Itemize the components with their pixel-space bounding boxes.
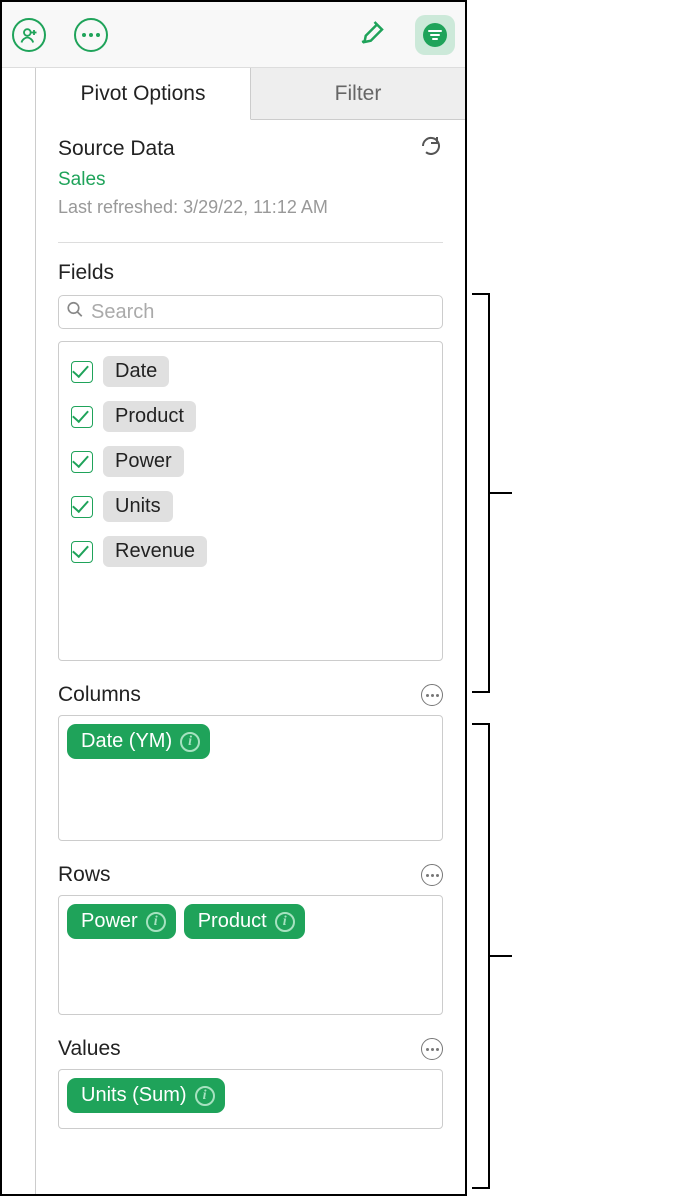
info-icon[interactable]: i: [146, 912, 166, 932]
field-pill[interactable]: Product i: [184, 904, 305, 939]
values-dropzone[interactable]: Units (Sum) i: [58, 1069, 443, 1129]
field-pill[interactable]: Date (YM) i: [67, 724, 210, 759]
callout-tick-layout: [490, 955, 512, 957]
field-chip[interactable]: Units: [103, 491, 173, 522]
source-data-heading: Source Data: [58, 137, 175, 161]
callout-tick-fields: [490, 492, 512, 494]
field-chip[interactable]: Revenue: [103, 536, 207, 567]
columns-dropzone[interactable]: Date (YM) i: [58, 715, 443, 841]
organize-button[interactable]: [415, 15, 455, 55]
tabs: Pivot Options Filter: [36, 68, 465, 120]
sidebar-panel: Pivot Options Filter Source Data Sales L…: [0, 0, 467, 1196]
more-icon[interactable]: [74, 18, 108, 52]
field-row[interactable]: Product: [71, 401, 430, 432]
info-icon[interactable]: i: [180, 732, 200, 752]
field-row[interactable]: Units: [71, 491, 430, 522]
pill-label: Units (Sum): [81, 1084, 187, 1107]
columns-more-icon[interactable]: [421, 684, 443, 706]
tab-filter[interactable]: Filter: [251, 68, 465, 120]
pill-label: Power: [81, 910, 138, 933]
toolbar: [2, 2, 465, 68]
main: Pivot Options Filter Source Data Sales L…: [36, 68, 465, 1194]
field-chip[interactable]: Power: [103, 446, 184, 477]
divider: [58, 242, 443, 243]
rows-dropzone[interactable]: PoweriProducti: [58, 895, 443, 1015]
format-brush-icon[interactable]: [357, 17, 387, 52]
last-refreshed-text: Last refreshed: 3/29/22, 11:12 AM: [58, 197, 443, 218]
field-pill[interactable]: Poweri: [67, 904, 176, 939]
rows-more-icon[interactable]: [421, 864, 443, 886]
fields-search-input[interactable]: [58, 295, 443, 329]
search-icon: [66, 301, 84, 324]
field-checkbox[interactable]: [71, 496, 93, 518]
info-icon[interactable]: i: [275, 912, 295, 932]
fields-list: Date Product Power Units Revenue: [58, 341, 443, 661]
rows-label: Rows: [58, 863, 111, 887]
values-more-icon[interactable]: [421, 1038, 443, 1060]
add-person-icon[interactable]: [12, 18, 46, 52]
field-checkbox[interactable]: [71, 361, 93, 383]
pill-label: Date (YM): [81, 730, 172, 753]
field-checkbox[interactable]: [71, 451, 93, 473]
field-checkbox[interactable]: [71, 406, 93, 428]
field-checkbox[interactable]: [71, 541, 93, 563]
source-table-link[interactable]: Sales: [58, 169, 443, 191]
field-row[interactable]: Date: [71, 356, 430, 387]
field-chip[interactable]: Date: [103, 356, 169, 387]
field-pill[interactable]: Units (Sum) i: [67, 1078, 225, 1113]
callout-bracket-fields: [472, 293, 490, 693]
fields-label: Fields: [58, 261, 443, 285]
columns-label: Columns: [58, 683, 141, 707]
refresh-icon[interactable]: [419, 134, 443, 163]
info-icon[interactable]: i: [195, 1086, 215, 1106]
tab-pivot-options[interactable]: Pivot Options: [36, 68, 251, 120]
values-label: Values: [58, 1037, 121, 1061]
field-chip[interactable]: Product: [103, 401, 196, 432]
field-row[interactable]: Power: [71, 446, 430, 477]
left-gutter: [2, 68, 36, 1194]
field-row[interactable]: Revenue: [71, 536, 430, 567]
callout-bracket-layout: [472, 723, 490, 1189]
pill-label: Product: [198, 910, 267, 933]
